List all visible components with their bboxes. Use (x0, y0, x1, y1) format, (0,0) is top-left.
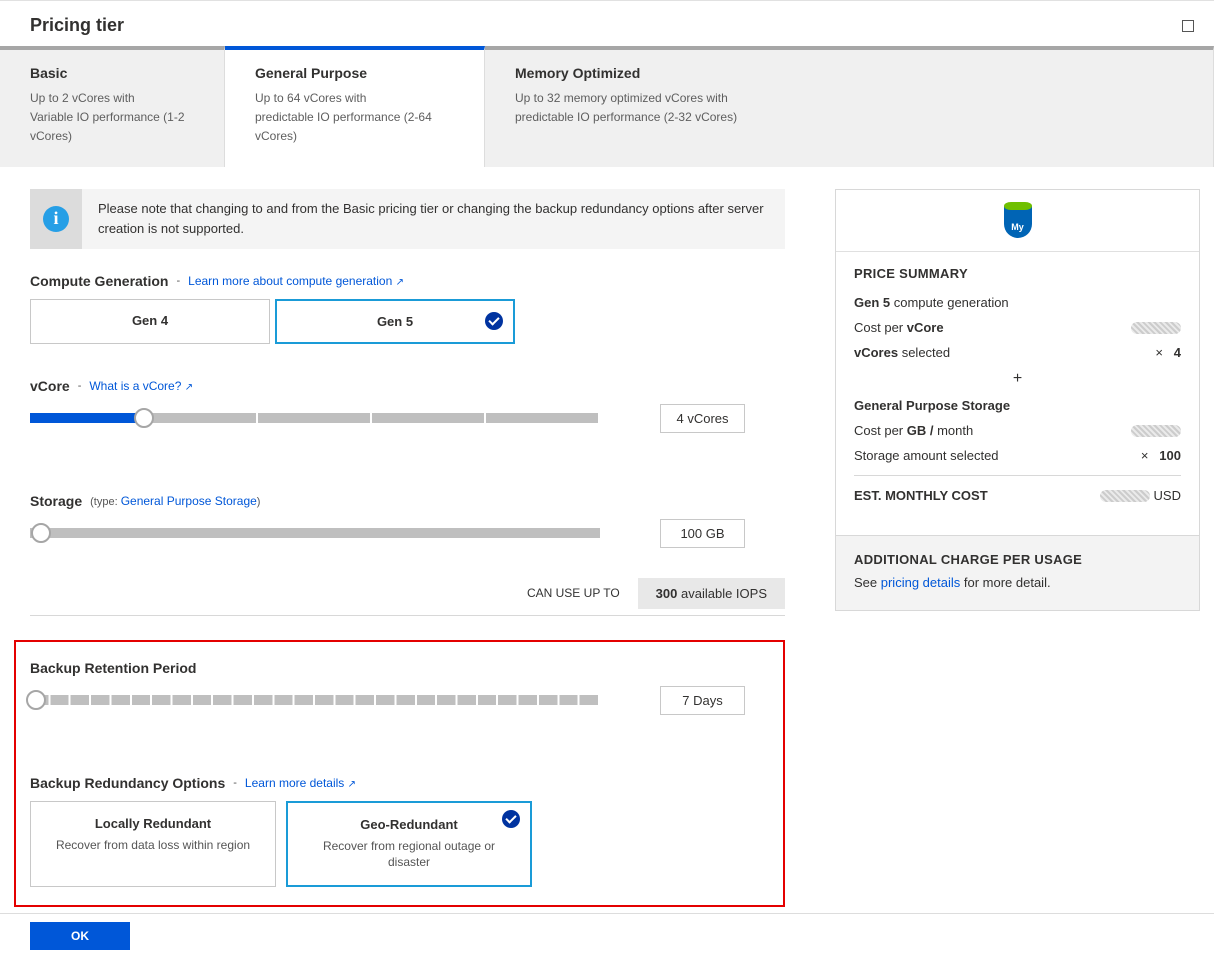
info-icon: i (30, 189, 82, 249)
check-icon (502, 810, 520, 828)
storage-slider[interactable] (30, 528, 600, 538)
tab-basic-sub2: Variable IO performance (1-2 vCores) (30, 108, 204, 146)
tab-general-purpose[interactable]: General Purpose Up to 64 vCores with pre… (225, 46, 485, 167)
vcore-value: 4 vCores (660, 404, 745, 433)
summary-vcores-selected: vCores selected × 4 (854, 345, 1181, 360)
summary-additional: ADDITIONAL CHARGE PER USAGE See pricing … (836, 535, 1199, 610)
service-logo: My (836, 190, 1199, 252)
tab-basic-title: Basic (30, 65, 204, 81)
summary-gen: Gen 5 compute generation (854, 295, 1181, 310)
geo-redundant-card[interactable]: Geo-Redundant Recover from regional outa… (286, 801, 532, 888)
summary-storage-title: General Purpose Storage (854, 398, 1181, 413)
maximize-icon[interactable] (1182, 20, 1194, 32)
pricing-tier-blade: Pricing tier Basic Up to 2 vCores with V… (0, 0, 1214, 958)
summary-cost-per-gb: Cost per GB / month (854, 423, 1181, 438)
tab-mem-title: Memory Optimized (515, 65, 1193, 81)
ok-button[interactable]: OK (30, 922, 130, 950)
redundancy-options: Locally Redundant Recover from data loss… (30, 801, 769, 888)
blade-header: Pricing tier (0, 1, 1214, 46)
backup-highlight-box: Backup Retention Period 7 Days Backup Re… (14, 640, 785, 908)
mysql-db-icon: My (1001, 202, 1035, 238)
external-link-icon: ↗ (348, 779, 356, 790)
info-text: Please note that changing to and from th… (82, 189, 785, 248)
storage-value: 100 GB (660, 519, 745, 548)
gen5-card[interactable]: Gen 5 (275, 299, 515, 344)
vcore-slider-thumb[interactable] (134, 408, 154, 428)
summary-storage-selected: Storage amount selected × 100 (854, 448, 1181, 463)
tab-gp-sub2: predictable IO performance (2-64 vCores) (255, 108, 464, 146)
redacted-value (1131, 322, 1181, 334)
info-bar: i Please note that changing to and from … (30, 189, 785, 249)
tab-mem-sub1: Up to 32 memory optimized vCores with (515, 89, 1193, 108)
vcore-slider[interactable] (30, 413, 600, 423)
retention-slider-thumb[interactable] (26, 690, 46, 710)
gen4-card[interactable]: Gen 4 (30, 299, 270, 344)
vcore-label: vCore - What is a vCore? ↗ (30, 378, 785, 394)
iops-caption: CAN USE UP TO (527, 586, 620, 600)
tab-basic-sub1: Up to 2 vCores with (30, 89, 204, 108)
external-link-icon: ↗ (396, 277, 404, 288)
redundancy-learn-link[interactable]: Learn more details ↗ (245, 776, 356, 790)
tab-basic[interactable]: Basic Up to 2 vCores with Variable IO pe… (0, 46, 225, 167)
vcore-learn-link[interactable]: What is a vCore? ↗ (89, 379, 193, 393)
redundancy-label: Backup Redundancy Options - Learn more d… (30, 775, 769, 791)
summary-plus: + (854, 370, 1181, 388)
tab-mem-sub2: predictable IO performance (2-32 vCores) (515, 108, 1193, 127)
pricing-details-link[interactable]: pricing details (881, 575, 961, 590)
tab-memory-optimized[interactable]: Memory Optimized Up to 32 memory optimiz… (485, 46, 1214, 167)
retention-slider[interactable] (30, 695, 600, 705)
external-link-icon: ↗ (185, 382, 193, 393)
storage-label: Storage (type: General Purpose Storage) (30, 493, 785, 509)
check-icon (485, 312, 503, 330)
price-summary-panel: My PRICE SUMMARY Gen 5 compute generatio… (835, 189, 1200, 908)
divider (30, 615, 785, 616)
retention-label: Backup Retention Period (30, 660, 769, 676)
tab-gp-sub1: Up to 64 vCores with (255, 89, 464, 108)
tier-tabs: Basic Up to 2 vCores with Variable IO pe… (0, 46, 1214, 167)
summary-title: PRICE SUMMARY (854, 266, 1181, 281)
redacted-value (1100, 490, 1150, 502)
storage-type-link[interactable]: General Purpose Storage (121, 494, 257, 508)
tab-gp-title: General Purpose (255, 65, 464, 81)
retention-value: 7 Days (660, 686, 745, 715)
redacted-value (1131, 425, 1181, 437)
iops-value-box: 300 available IOPS (638, 578, 785, 609)
compute-gen-options: Gen 4 Gen 5 (30, 299, 785, 344)
summary-cost-per-vcore: Cost per vCore (854, 320, 1181, 335)
blade-footer: OK (0, 913, 1214, 958)
summary-est-cost: EST. MONTHLY COST USD (854, 488, 1181, 503)
storage-slider-thumb[interactable] (31, 523, 51, 543)
blade-title: Pricing tier (30, 15, 124, 36)
iops-row: CAN USE UP TO 300 available IOPS (30, 578, 785, 609)
main-column: i Please note that changing to and from … (30, 189, 785, 908)
locally-redundant-card[interactable]: Locally Redundant Recover from data loss… (30, 801, 276, 888)
compute-gen-learn-link[interactable]: Learn more about compute generation ↗ (188, 274, 404, 288)
compute-gen-label: Compute Generation - Learn more about co… (30, 273, 785, 289)
